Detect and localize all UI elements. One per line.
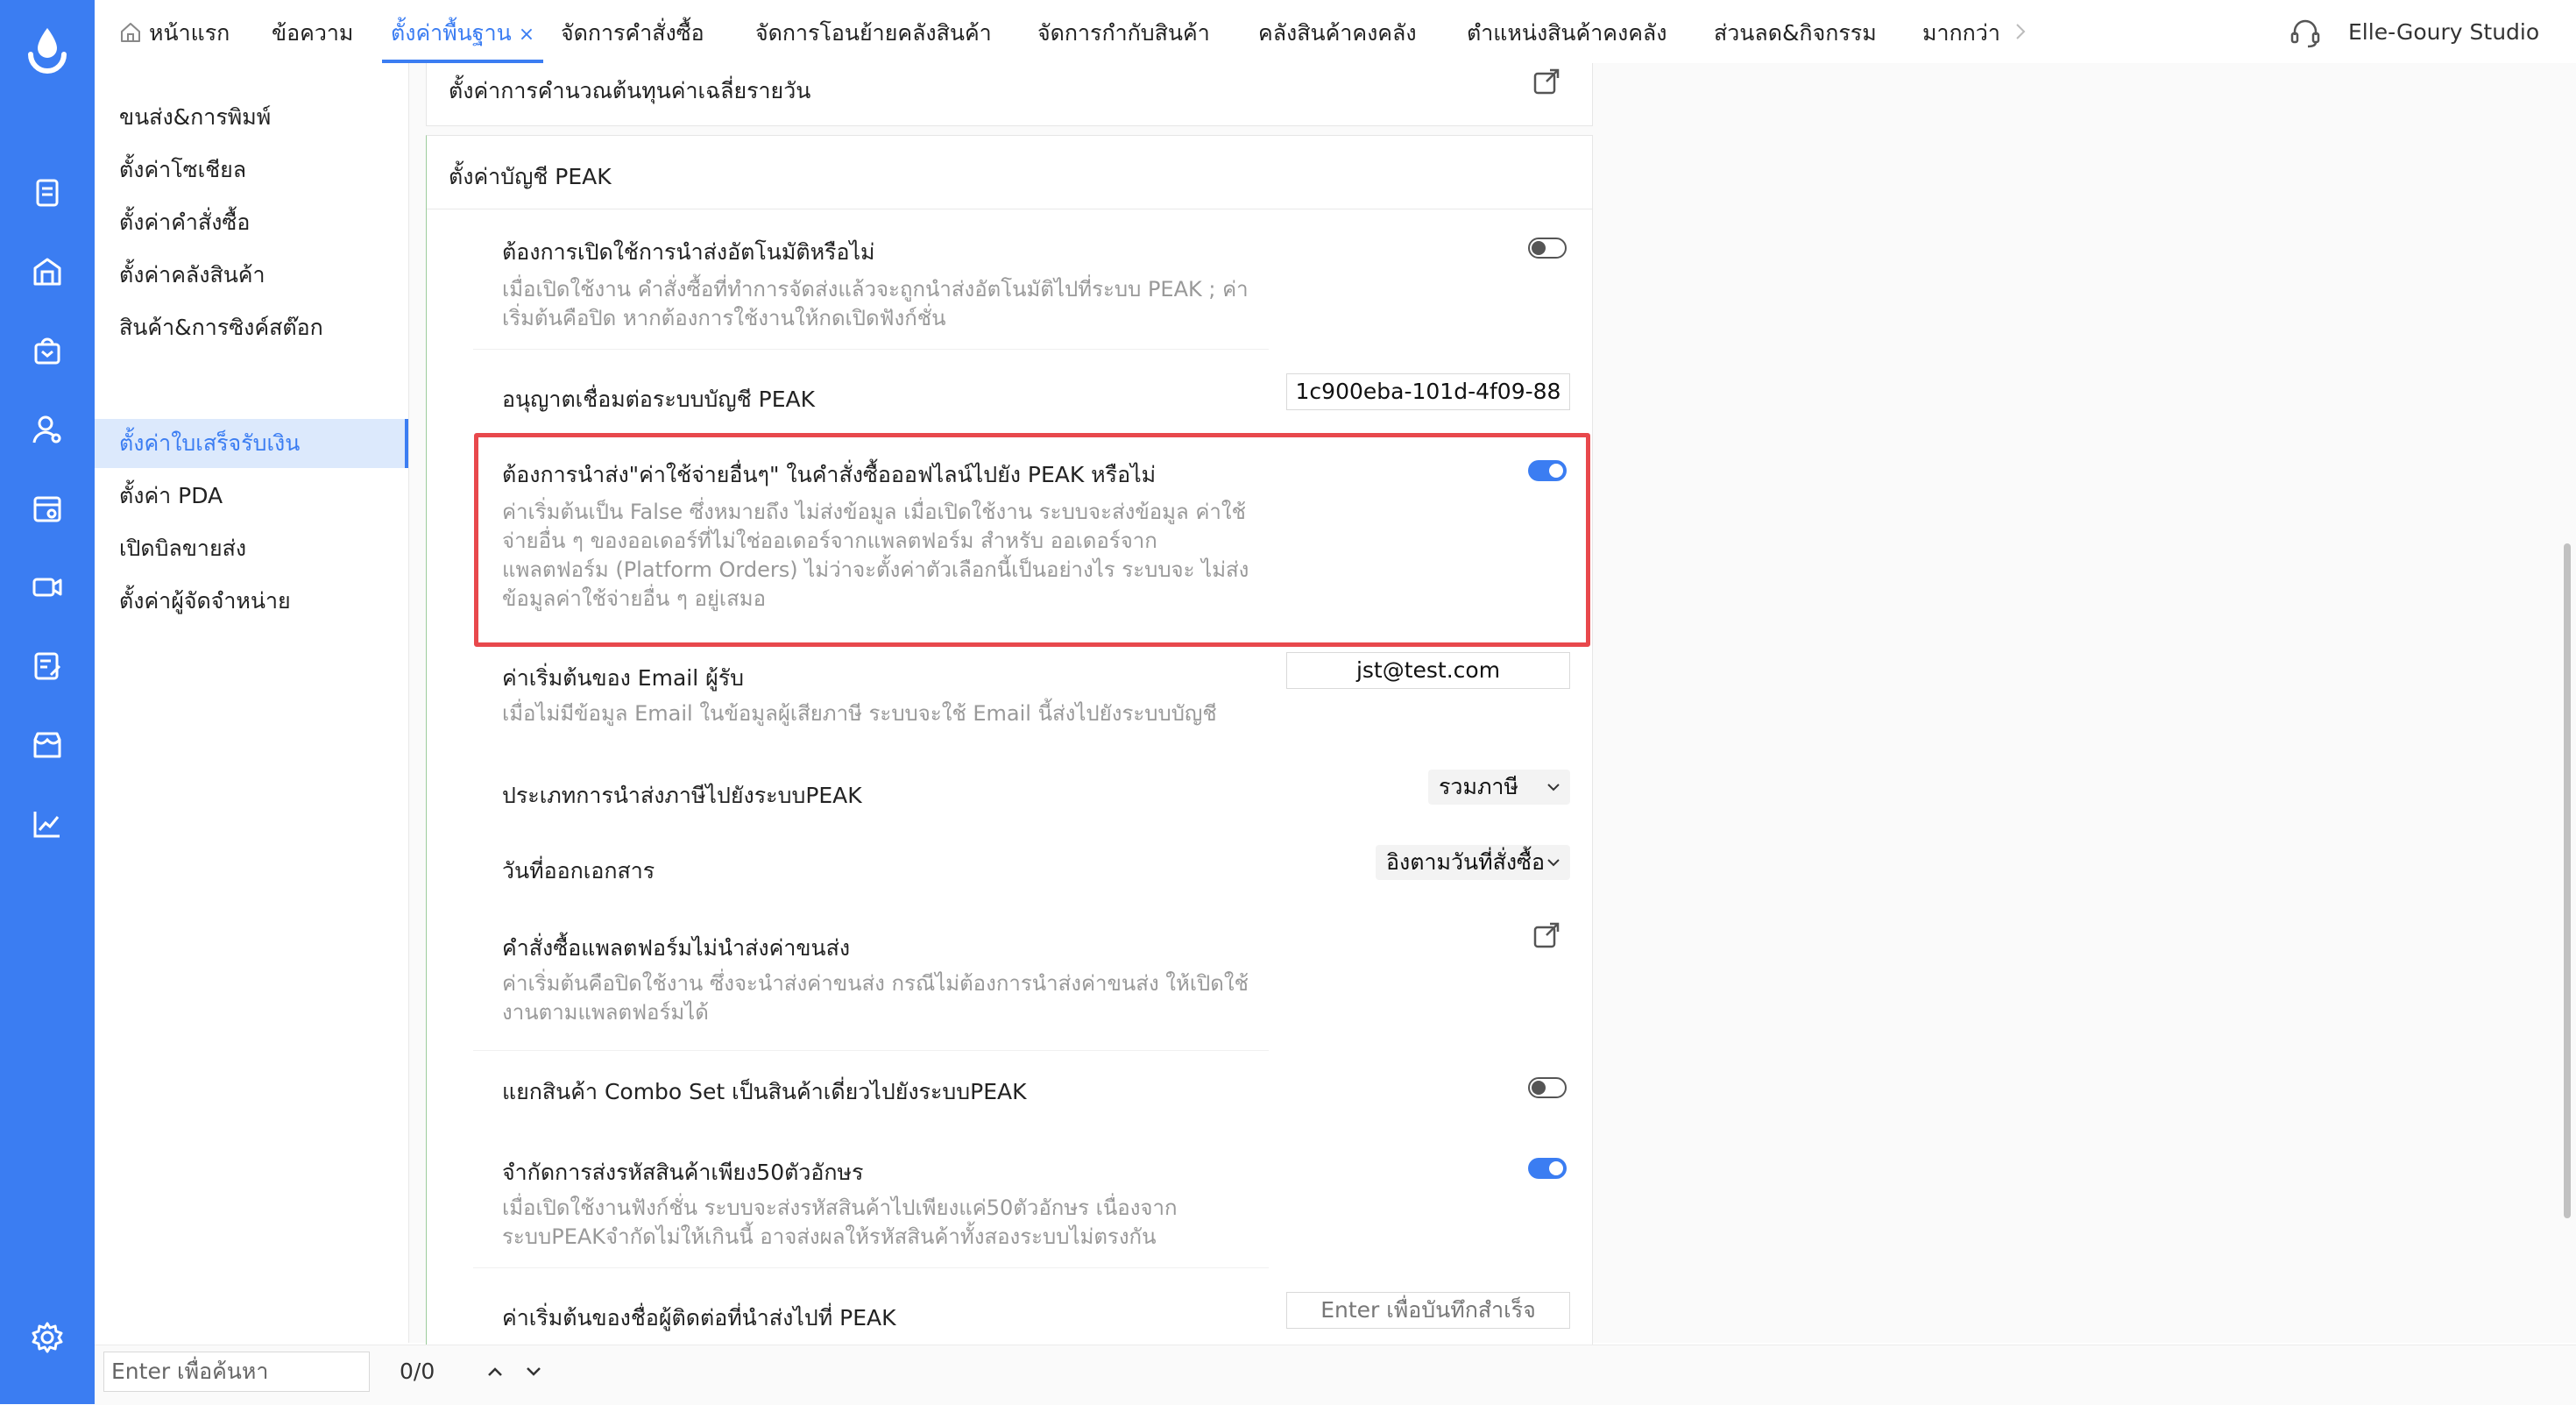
tax-type-value: รวมภาษี <box>1439 774 1518 799</box>
sidemenu-item-product-stock-sync[interactable]: สินค้า&การซิงค์สต๊อก <box>119 303 323 352</box>
tab-more[interactable]: มากกว่า <box>1922 0 2000 63</box>
chevron-down-icon <box>1547 859 1560 867</box>
doc-date-value: อิงตามวันที่สั่งซื้อ <box>1386 849 1546 875</box>
scrollbar[interactable] <box>2564 543 2571 1218</box>
row-divider <box>473 1050 1269 1051</box>
sidemenu-item-warehouse-settings[interactable]: ตั้งค่าคลังสินค้า <box>119 251 265 300</box>
tax-type-title: ประเภทการนำส่งภาษีไปยังระบบPEAK <box>502 783 862 808</box>
auto-push-desc: เมื่อเปิดใช้งาน คำสั่งซื้อที่ทำการจัดส่ง… <box>502 277 1249 330</box>
tab-messages[interactable]: ข้อความ <box>272 0 353 63</box>
tab-discounts-activities[interactable]: ส่วนลด&กิจกรรม <box>1714 0 1877 63</box>
tab-product-supervision[interactable]: จัดการกำกับสินค้า <box>1037 0 1210 63</box>
tab-basic-settings[interactable]: ตั้งค่าพื้นฐาน × <box>381 0 544 63</box>
peak-section-title: ตั้งค่าบัญชี PEAK <box>449 164 612 189</box>
tab-home-label: หน้าแรก <box>149 20 230 46</box>
video-icon[interactable] <box>30 570 65 605</box>
chart-icon[interactable] <box>30 806 65 841</box>
bottom-search-bar <box>95 1345 2576 1405</box>
page-search-input[interactable]: Enter เพื่อค้นหา <box>103 1352 370 1392</box>
sidemenu-item-shipping-printing[interactable]: ขนส่ง&การพิมพ์ <box>119 93 271 142</box>
sku-limit-desc: เมื่อเปิดใช้งานฟังก์ชั่น ระบบจะส่งรหัสสิ… <box>502 1196 1178 1249</box>
headset-icon[interactable] <box>2289 16 2322 49</box>
app-rail <box>0 0 95 1404</box>
sidemenu-item-social[interactable]: ตั้งค่าโซเชียล <box>119 145 246 195</box>
sidemenu-item-wholesale-billing[interactable]: เปิดบิลขายส่ง <box>119 524 246 573</box>
default-contact-input[interactable]: Enter เพื่อบันทึกสำเร็จ <box>1286 1292 1570 1329</box>
edit-list-icon[interactable] <box>30 649 65 684</box>
external-link-icon[interactable] <box>1532 920 1561 950</box>
row-divider <box>473 1267 1269 1268</box>
combo-split-toggle[interactable] <box>1528 1077 1567 1098</box>
settings-sidemenu: ขนส่ง&การพิมพ์ ตั้งค่าโซเชียล ตั้งค่าคำส… <box>95 63 409 1343</box>
cost-calc-title: ตั้งค่าการคำนวณต้นทุนค่าเฉลี่ยรายวัน <box>449 78 811 103</box>
sidemenu-item-order-settings[interactable]: ตั้งค่าคำสั่งซื้อ <box>119 198 250 247</box>
document-icon[interactable] <box>30 175 65 210</box>
external-link-icon[interactable] <box>1532 67 1561 96</box>
chevron-right-icon[interactable] <box>2012 19 2029 44</box>
default-email-desc: เมื่อไม่มีข้อมูล Email ในข้อมูลผู้เสียภา… <box>502 701 1217 726</box>
search-result-count: 0/0 <box>400 1359 435 1384</box>
tab-order-management[interactable]: จัดการคำสั่งซื้อ <box>561 0 704 63</box>
sidemenu-item-receipt-settings[interactable]: ตั้งค่าใบเสร็จรับเงิน <box>119 419 300 468</box>
row-divider <box>473 349 1269 350</box>
tab-inventory[interactable]: คลังสินค้าคงคลัง <box>1258 0 1417 63</box>
platform-shipping-title: คำสั่งซื้อแพลตฟอร์มไม่นำส่งค่าขนส่ง <box>502 935 851 961</box>
store-name[interactable]: Elle-Goury Studio <box>2348 0 2539 65</box>
default-contact-title: ค่าเริ่มต้นของชื่อผู้ติดต่อที่นำส่งไปที่… <box>502 1305 896 1330</box>
peak-authorize-input[interactable]: 1c900eba-101d-4f09-88 <box>1286 373 1570 410</box>
tab-close-icon[interactable]: × <box>519 24 534 46</box>
doc-date-select[interactable]: อิงตามวันที่สั่งซื้อ <box>1376 845 1570 880</box>
tab-warehouse-transfer[interactable]: จัดการโอนย้ายคลังสินค้า <box>755 0 992 63</box>
combo-split-title: แยกสินค้า Combo Set เป็นสินค้าเดี่ยวไปยั… <box>502 1079 1027 1104</box>
logo-drop-icon[interactable] <box>25 25 69 74</box>
user-settings-icon[interactable] <box>30 412 65 447</box>
tab-basic-settings-label: ตั้งค่าพื้นฐาน <box>391 20 512 46</box>
highlight-box <box>474 433 1590 647</box>
default-email-title: ค่าเริ่มต้นของ Email ผู้รับ <box>502 665 745 691</box>
shop-icon[interactable] <box>30 727 65 763</box>
doc-date-title: วันที่ออกเอกสาร <box>502 858 655 883</box>
tax-type-select[interactable]: รวมภาษี <box>1428 770 1570 805</box>
peak-authorize-title: อนุญาตเชื่อมต่อระบบบัญชี PEAK <box>502 387 815 412</box>
sidemenu-item-distributor[interactable]: ตั้งค่าผู้จัดจำหน่าย <box>119 577 291 626</box>
shopping-bag-icon[interactable] <box>30 333 65 368</box>
home-icon <box>121 23 140 42</box>
sku-limit-title: จำกัดการส่งรหัสสินค้าเพียง50ตัวอักษร <box>502 1160 864 1185</box>
chevron-up-icon[interactable] <box>484 1360 506 1383</box>
chevron-down-icon[interactable] <box>522 1360 545 1383</box>
auto-push-title: ต้องการเปิดใช้การนำส่งอัตโนมัติหรือไม่ <box>502 239 875 265</box>
warehouse-icon[interactable] <box>30 254 65 289</box>
default-email-input[interactable]: jst@test.com <box>1286 652 1570 689</box>
tab-home[interactable]: หน้าแรก <box>119 0 230 63</box>
sku-limit-toggle[interactable] <box>1528 1158 1567 1179</box>
auto-push-toggle[interactable] <box>1528 238 1567 259</box>
chevron-down-icon <box>1547 784 1560 791</box>
tab-inventory-location[interactable]: ตำแหน่งสินค้าคงคลัง <box>1467 0 1667 63</box>
platform-shipping-desc: ค่าเริ่มต้นคือปิดใช้งาน ซึ่งจะนำส่งค่าขน… <box>502 971 1249 1025</box>
sidemenu-item-pda[interactable]: ตั้งค่า PDA <box>119 472 223 521</box>
store-settings-icon[interactable] <box>30 491 65 526</box>
settings-gear-icon[interactable] <box>30 1320 65 1355</box>
